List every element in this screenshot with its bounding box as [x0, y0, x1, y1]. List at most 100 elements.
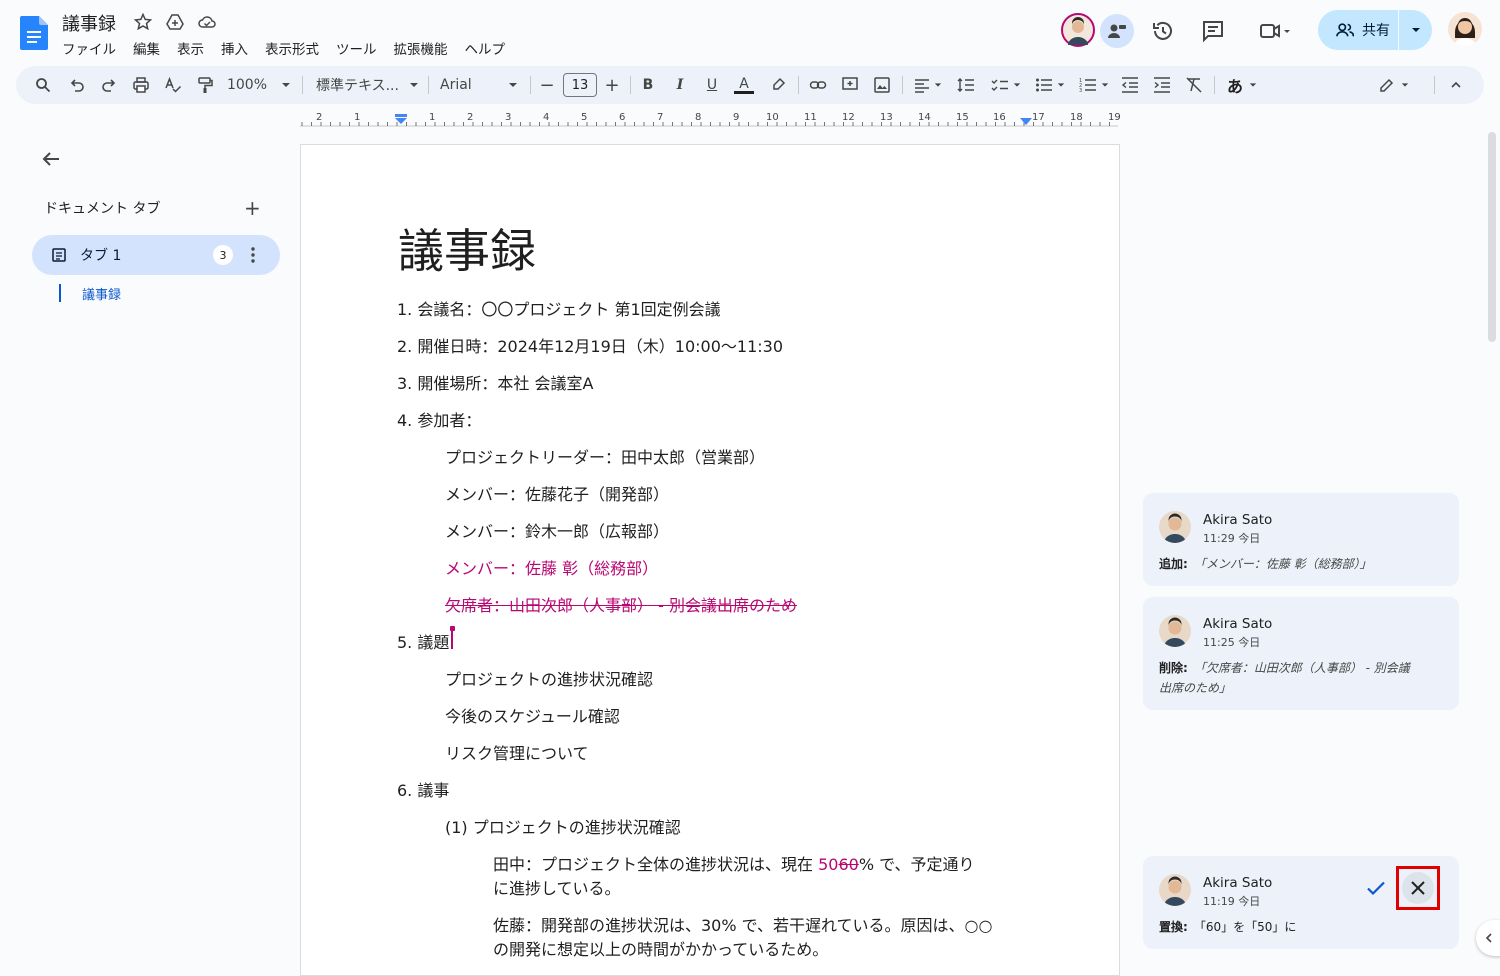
pencil-icon [1380, 78, 1394, 92]
bulleted-list-select[interactable] [1030, 66, 1070, 104]
checklist-select[interactable] [986, 66, 1026, 104]
clear-formatting-icon[interactable] [1182, 66, 1206, 104]
suggestion-action: 置換: [1159, 920, 1188, 934]
underline-icon[interactable]: U [700, 66, 724, 104]
decrease-indent-icon[interactable] [1118, 66, 1142, 104]
close-icon [1411, 881, 1425, 895]
editing-mode-collaborator-icon[interactable] [1100, 14, 1134, 48]
add-tab-button[interactable]: + [244, 198, 261, 218]
doc-line-meeting-date[interactable]: 2. 開催日時：2024年12月19日（木）10:00〜11:30 [397, 333, 783, 357]
paragraph-style-select[interactable]: 標準テキス... [310, 66, 422, 104]
outline-item-heading[interactable]: 議事録 [82, 284, 121, 303]
suggested-insertion-50[interactable]: 50 [818, 855, 838, 874]
doc-line-minutes[interactable]: 6. 議事 [397, 777, 449, 801]
suggestion-detail: 置換: 「60」を「50」に [1159, 917, 1296, 937]
insert-image-icon[interactable] [870, 66, 894, 104]
redo-icon[interactable] [96, 66, 122, 104]
chevron-down-icon [1249, 83, 1257, 87]
docs-logo-icon[interactable] [20, 16, 48, 50]
insert-link-icon[interactable] [806, 66, 830, 104]
comments-icon[interactable] [1196, 14, 1230, 48]
collaborator-avatar[interactable] [1061, 13, 1095, 47]
side-panel-toggle[interactable] [1476, 920, 1500, 956]
meet-button[interactable] [1250, 14, 1300, 48]
share-main-button[interactable]: 共有 [1318, 10, 1398, 50]
highlight-color-icon[interactable] [766, 66, 790, 104]
menu-insert[interactable]: 挿入 [221, 38, 257, 58]
menu-view[interactable]: 表示 [177, 38, 213, 58]
doc-line-attendee-leader[interactable]: プロジェクトリーダー：田中太郎（営業部） [445, 444, 765, 468]
add-comment-icon[interactable] [838, 66, 862, 104]
scrollbar-thumb[interactable] [1488, 132, 1496, 342]
font-select[interactable]: Arial [436, 66, 522, 104]
line-spacing-icon[interactable] [954, 66, 978, 104]
sidebar-item-tab-1[interactable] [32, 235, 280, 275]
numbered-list-select[interactable]: 123 [1074, 66, 1114, 104]
doc-line-suggested-insertion[interactable]: メンバー：佐藤 彰（総務部） [445, 555, 658, 579]
print-icon[interactable] [128, 66, 154, 104]
bold-icon[interactable]: B [636, 66, 660, 104]
decrease-font-size-icon[interactable]: − [536, 66, 558, 104]
share-button[interactable]: 共有 [1318, 10, 1432, 50]
suggestion-card-insert[interactable]: Akira Sato 11:29 今日 追加: 「メンバー：佐藤 彰（総務部）」 [1143, 493, 1459, 586]
zoom-select[interactable]: 100% [224, 66, 294, 104]
doc-line-meeting-name[interactable]: 1. 会議名：〇〇プロジェクト 第1回定例会議 [397, 296, 721, 320]
doc-line-attendee-member-1[interactable]: メンバー：佐藤花子（開発部） [445, 481, 669, 505]
doc-line-agenda[interactable]: 5. 議題 [397, 629, 449, 653]
doc-line-agenda-item-1[interactable]: プロジェクトの進捗状況確認 [445, 666, 653, 690]
version-history-icon[interactable] [1146, 14, 1180, 48]
accept-suggestion-check-icon[interactable] [1364, 876, 1388, 900]
doc-line-attendees[interactable]: 4. 参加者： [397, 407, 481, 431]
suggested-deletion-60[interactable]: 60 [838, 855, 858, 874]
star-icon[interactable] [133, 12, 153, 32]
increase-indent-icon[interactable] [1150, 66, 1174, 104]
more-options-icon[interactable] [245, 246, 261, 264]
doc-line-minutes-section-1[interactable]: (1) プロジェクトの進捗状況確認 [445, 814, 681, 838]
back-arrow-icon[interactable] [40, 148, 62, 170]
menu-tools[interactable]: ツール [336, 38, 386, 58]
reject-suggestion-inner[interactable] [1402, 872, 1434, 904]
collaborator-cursor [451, 629, 453, 649]
chevron-down-icon [1401, 83, 1409, 87]
doc-line-meeting-place[interactable]: 3. 開催場所：本社 会議室A [397, 370, 593, 394]
suggestion-text: 「60」を「50」に [1193, 920, 1297, 934]
text-color-icon[interactable]: A [732, 66, 756, 104]
doc-paragraph-tanaka-line-2[interactable]: に進捗している。 [493, 875, 621, 899]
search-menus-icon[interactable] [30, 66, 56, 104]
doc-line-suggested-deletion[interactable]: 欠席者：山田次郎（人事部） - 別会議出席のため [445, 592, 797, 616]
doc-line-attendee-member-2[interactable]: メンバー：鈴木一郎（広報部） [445, 518, 669, 542]
menu-file[interactable]: ファイル [62, 38, 125, 58]
input-tools-select[interactable]: あ [1222, 66, 1262, 104]
doc-paragraph-tanaka[interactable]: 田中：プロジェクト全体の進捗状況は、現在 5060% で、予定通り [493, 851, 974, 875]
ruler-number: 6 [619, 112, 626, 123]
undo-icon[interactable] [64, 66, 90, 104]
menu-extensions[interactable]: 拡張機能 [394, 38, 457, 58]
doc-paragraph-sato[interactable]: 佐藤：開発部の進捗状況は、30% で、若干遅れている。原因は、○○ [493, 912, 992, 936]
move-to-drive-icon[interactable] [165, 12, 185, 32]
increase-font-size-icon[interactable]: + [601, 66, 623, 104]
menu-help[interactable]: ヘルプ [465, 38, 515, 58]
ruler-number: 13 [880, 112, 893, 123]
paint-format-icon[interactable] [192, 66, 218, 104]
document-heading[interactable]: 議事録 [398, 215, 536, 281]
spellcheck-icon[interactable] [160, 66, 186, 104]
doc-title[interactable]: 議事録 [62, 10, 116, 36]
hide-menus-icon[interactable] [1444, 66, 1468, 104]
suggestion-card-delete[interactable]: Akira Sato 11:25 今日 削除: 「欠席者：山田次郎（人事部） - … [1143, 597, 1459, 710]
italic-icon[interactable]: I [668, 66, 692, 104]
account-avatar[interactable] [1448, 12, 1482, 46]
ruler[interactable]: 2 1 1 2 3 4 5 6 7 8 9 10 11 12 13 14 15 … [300, 110, 1121, 128]
left-indent-marker[interactable] [395, 114, 407, 124]
reject-suggestion-button[interactable] [1396, 866, 1440, 910]
editing-mode-select[interactable] [1374, 66, 1414, 104]
right-indent-marker[interactable] [1020, 118, 1032, 126]
doc-paragraph-sato-line-2[interactable]: の開発に想定以上の時間がかかっているため。 [493, 936, 828, 960]
font-size-input[interactable]: 13 [563, 66, 597, 104]
menu-edit[interactable]: 編集 [133, 38, 169, 58]
menu-format[interactable]: 表示形式 [265, 38, 328, 58]
doc-line-agenda-item-3[interactable]: リスク管理について [445, 740, 589, 764]
video-call-icon [1260, 24, 1280, 38]
doc-line-agenda-item-2[interactable]: 今後のスケジュール確認 [445, 703, 620, 727]
cloud-saved-icon[interactable] [197, 12, 217, 32]
align-select[interactable] [910, 66, 946, 104]
